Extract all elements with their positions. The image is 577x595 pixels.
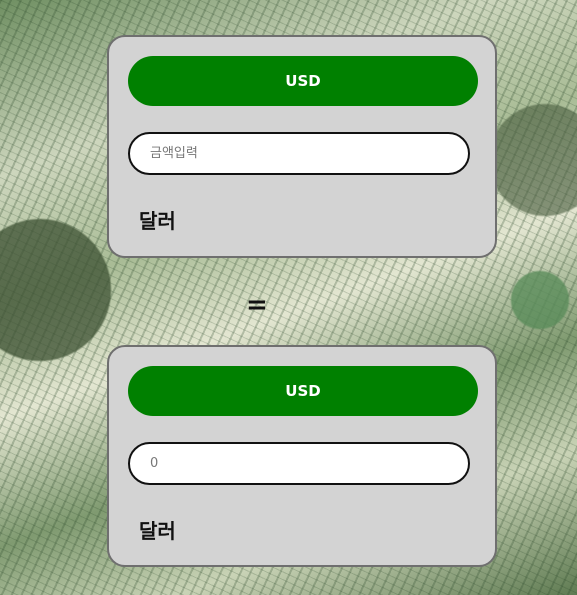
to-unit-label: 달러 xyxy=(139,519,176,543)
to-currency-card: USD 달러 xyxy=(107,345,497,567)
from-unit-label: 달러 xyxy=(139,209,176,233)
equals-sign: = xyxy=(246,290,268,320)
to-amount-input[interactable] xyxy=(128,442,470,485)
from-currency-card: USD 달러 xyxy=(107,35,497,258)
from-currency-button[interactable]: USD xyxy=(128,56,478,106)
from-amount-input[interactable] xyxy=(128,132,470,175)
to-currency-button[interactable]: USD xyxy=(128,366,478,416)
